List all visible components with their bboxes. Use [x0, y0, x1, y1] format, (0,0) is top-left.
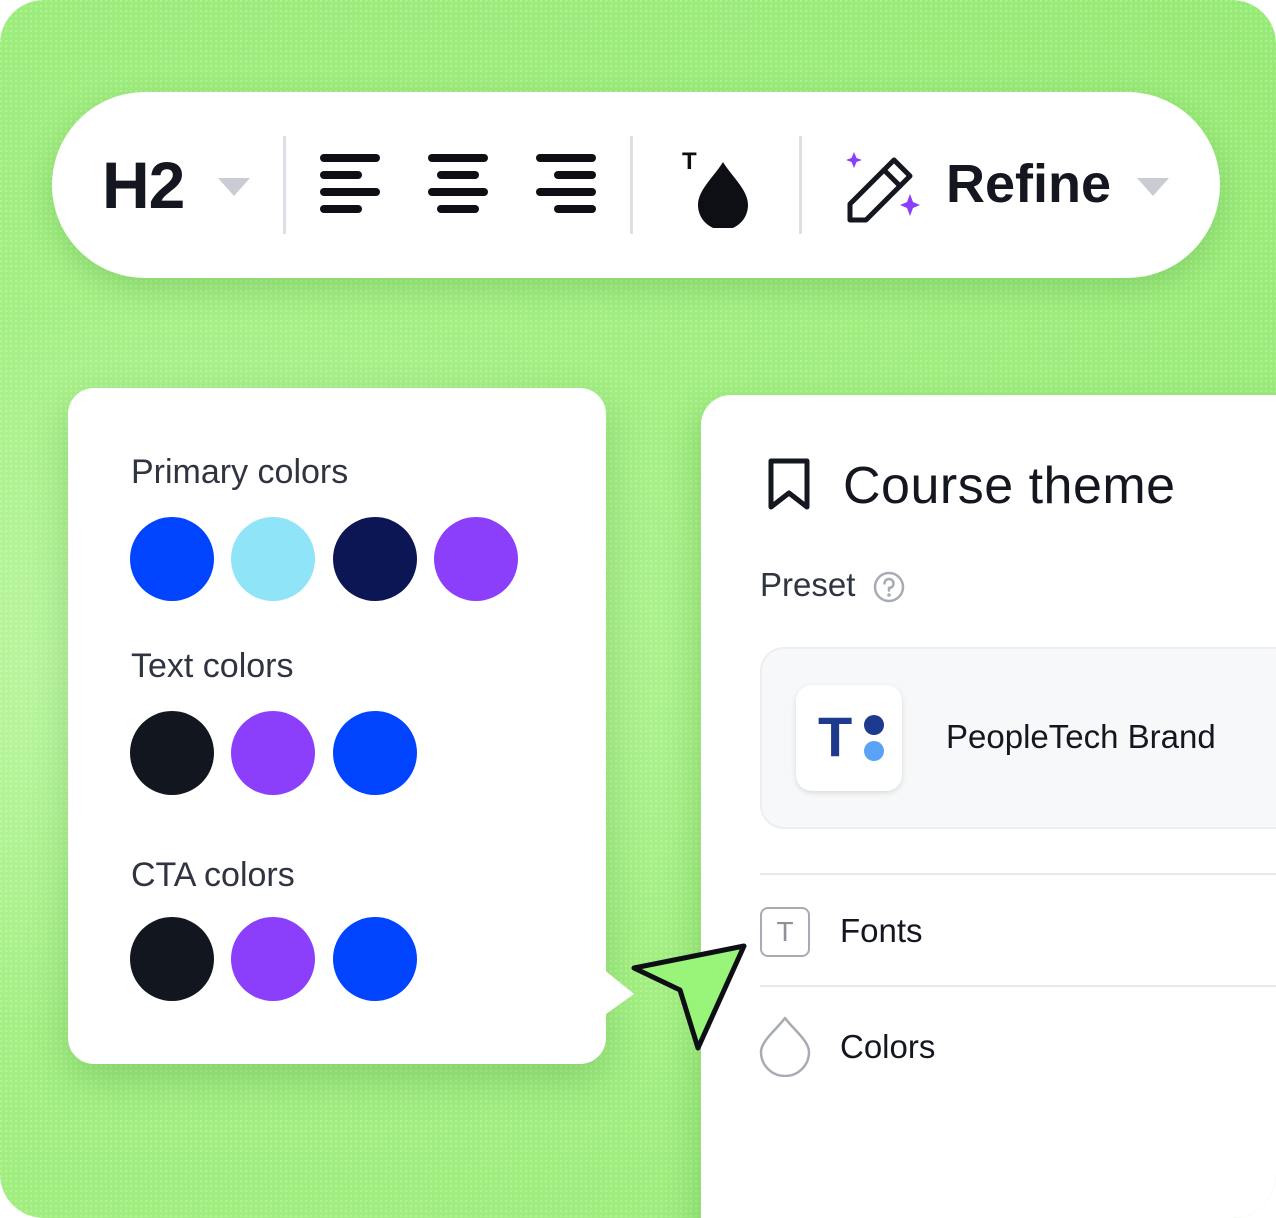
refine-button[interactable]: Refine [946, 146, 1111, 222]
preset-label: Preset [760, 566, 856, 603]
divider [760, 985, 1276, 987]
color-swatch[interactable] [231, 517, 315, 601]
magic-pen-icon[interactable] [842, 148, 926, 226]
formatting-toolbar: H2 T Refine [52, 92, 1220, 278]
logo-letter: T [818, 705, 853, 768]
course-theme-panel: Course theme Preset T PeopleTech Brand T… [701, 395, 1276, 1218]
menu-item-colors[interactable]: Colors [840, 1027, 935, 1067]
font-icon: T [760, 907, 810, 957]
color-swatch[interactable] [333, 917, 417, 1001]
chevron-down-icon[interactable] [218, 178, 250, 196]
section-title-cta: CTA colors [131, 856, 295, 894]
color-swatch[interactable] [231, 711, 315, 795]
droplet-icon [759, 1016, 811, 1077]
preset-name: PeopleTech Brand [946, 718, 1216, 755]
text-color-icon[interactable]: T [680, 148, 752, 228]
logo-dot-dark [864, 715, 884, 735]
divider [760, 873, 1276, 875]
help-icon[interactable] [873, 571, 905, 603]
align-right-icon[interactable] [536, 154, 598, 214]
toolbar-divider [630, 136, 633, 234]
logo-dot-light [864, 741, 884, 761]
color-swatch[interactable] [130, 917, 214, 1001]
align-center-icon[interactable] [428, 154, 490, 214]
color-swatch[interactable] [130, 517, 214, 601]
color-palette-popover: Primary colors Text colors CTA colors [68, 388, 606, 1064]
panel-title: Course theme [843, 457, 1176, 515]
color-swatch[interactable] [333, 711, 417, 795]
color-swatch[interactable] [231, 917, 315, 1001]
bookmark-icon [768, 458, 810, 510]
chevron-down-icon[interactable] [1137, 178, 1169, 196]
cursor-arrow-icon [631, 943, 747, 1051]
toolbar-divider [799, 136, 802, 234]
section-title-primary: Primary colors [131, 453, 349, 491]
section-title-text: Text colors [131, 647, 294, 685]
color-swatch[interactable] [130, 711, 214, 795]
toolbar-divider [283, 136, 286, 234]
color-swatch[interactable] [434, 517, 518, 601]
brand-logo: T [796, 685, 902, 791]
align-left-icon[interactable] [320, 154, 382, 214]
app-canvas: H2 T Refine Primary colors Text colors C… [0, 0, 1276, 1218]
menu-item-fonts[interactable]: Fonts [840, 911, 923, 951]
heading-style-dropdown[interactable]: H2 [102, 142, 185, 228]
color-swatch[interactable] [333, 517, 417, 601]
